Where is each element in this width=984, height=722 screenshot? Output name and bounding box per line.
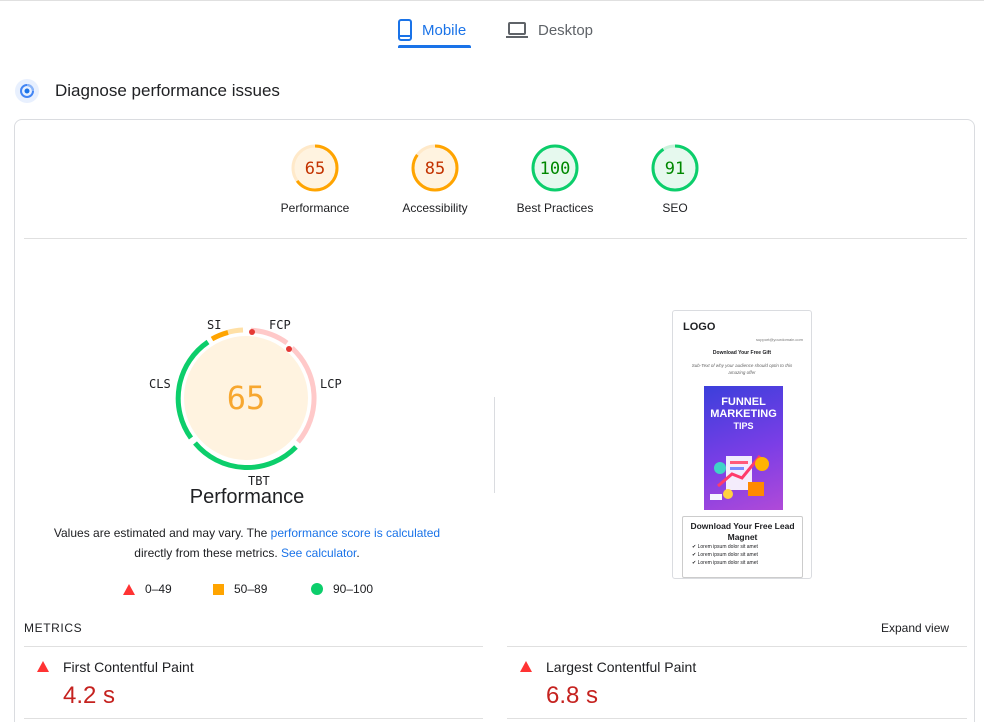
- performance-title: Performance: [189, 486, 305, 508]
- checklist-item: ✔ Lorem ipsum dolor sit amet: [692, 552, 758, 558]
- fail-triangle-icon: [37, 661, 49, 672]
- score-label: SEO: [662, 201, 688, 215]
- active-tab-indicator: [398, 45, 471, 48]
- metric-divider: [24, 646, 483, 647]
- smartphone-icon: [398, 19, 412, 41]
- legend-fail: 0–49: [123, 582, 172, 596]
- score-accessibility[interactable]: 85 Accessibility: [375, 143, 495, 215]
- score-seo[interactable]: 91 SEO: [615, 143, 735, 215]
- metric-name-fcp: First Contentful Paint: [63, 659, 194, 675]
- tab-mobile-label: Mobile: [422, 21, 467, 39]
- gauge-label-lcp: LCP: [320, 377, 342, 391]
- score-disclaimer: Values are estimated and may vary. The p…: [30, 523, 464, 563]
- thumb-logo: LOGO: [683, 321, 716, 333]
- legend-range: 50–89: [234, 582, 268, 596]
- metric-value-lcp: 6.8 s: [546, 682, 599, 709]
- lead-magnet-title: Download Your Free Lead Magnet: [690, 521, 795, 542]
- gauge-ring: 100: [531, 144, 579, 192]
- diagnose-icon: [15, 79, 39, 103]
- ebook-cover: FUNNEL MARKETING TIPS: [704, 386, 783, 510]
- gauge-label-fcp: FCP: [269, 318, 291, 332]
- tab-desktop-label: Desktop: [538, 21, 594, 39]
- disclaimer-text-2: directly from these metrics.: [134, 546, 281, 560]
- score-value: 65: [305, 159, 325, 179]
- expand-view-button[interactable]: Expand view: [881, 621, 949, 635]
- checklist-text: Lorem ipsum dolor sit amet: [697, 552, 758, 558]
- section-divider: [24, 238, 967, 239]
- book-subtitle: TIPS: [733, 421, 754, 431]
- thumb-heading: Download Your Free Gift: [712, 350, 772, 356]
- checklist-text: Lorem ipsum dolor sit amet: [697, 560, 758, 566]
- see-calculator-link[interactable]: See calculator: [281, 546, 356, 560]
- score-value: 91: [665, 159, 685, 179]
- metric-divider: [507, 718, 967, 719]
- legend-range: 90–100: [333, 582, 374, 596]
- thumb-email: support@yourdomain.com: [756, 337, 803, 342]
- score-label: Best Practices: [516, 201, 594, 215]
- book-title: FUNNEL MARKETING: [710, 396, 777, 420]
- disclaimer-text: Values are estimated and may vary. The: [53, 526, 271, 540]
- score-value: 100: [540, 159, 571, 179]
- legend-range: 0–49: [145, 582, 172, 596]
- checklist-text: Lorem ipsum dolor sit amet: [697, 544, 758, 550]
- checklist-item: ✔ Lorem ipsum dolor sit amet: [692, 544, 758, 550]
- gauge-ring: 91: [651, 144, 699, 192]
- thumb-subtext: Sub-Text of why your audience should opt…: [691, 363, 793, 375]
- gauge-label-si: SI: [207, 318, 222, 332]
- marketing-illustration: [710, 455, 769, 500]
- performance-gauge: 65: [175, 327, 317, 471]
- tab-mobile[interactable]: Mobile: [398, 12, 466, 48]
- metric-value-fcp: 4.2 s: [63, 682, 116, 709]
- triangle-icon: [123, 583, 135, 595]
- vertical-divider: [494, 397, 495, 493]
- tab-desktop[interactable]: Desktop: [506, 12, 593, 48]
- score-label: Accessibility: [402, 201, 468, 215]
- score-value: 85: [425, 159, 445, 179]
- performance-score-link[interactable]: performance score is calculated: [271, 526, 440, 540]
- metric-name-lcp: Largest Contentful Paint: [546, 659, 697, 675]
- gauge-ring: 65: [291, 144, 339, 192]
- score-label: Performance: [280, 201, 350, 215]
- section-title: Diagnose performance issues: [55, 81, 280, 100]
- square-icon: [213, 583, 224, 595]
- score-performance[interactable]: 65 Performance: [255, 143, 375, 215]
- disclaimer-suffix: .: [356, 546, 360, 560]
- circle-icon: [311, 583, 323, 595]
- gauge-label-cls: CLS: [149, 377, 171, 391]
- lead-magnet-box: Download Your Free Lead Magnet ✔ Lorem i…: [682, 516, 803, 578]
- checklist-item: ✔ Lorem ipsum dolor sit amet: [692, 560, 758, 566]
- performance-score: 65: [227, 379, 266, 417]
- page-screenshot: LOGO support@yourdomain.com Download You…: [672, 310, 812, 579]
- metric-divider: [507, 646, 967, 647]
- laptop-icon: [506, 22, 528, 38]
- metrics-header: METRICS: [24, 621, 83, 635]
- fail-triangle-icon: [520, 661, 532, 672]
- legend-average: 50–89: [213, 582, 267, 596]
- gauge-ring: 85: [411, 144, 459, 192]
- metric-divider: [24, 718, 483, 719]
- top-divider: [0, 0, 984, 1]
- legend-pass: 90–100: [311, 582, 373, 596]
- score-best-practices[interactable]: 100 Best Practices: [495, 143, 615, 215]
